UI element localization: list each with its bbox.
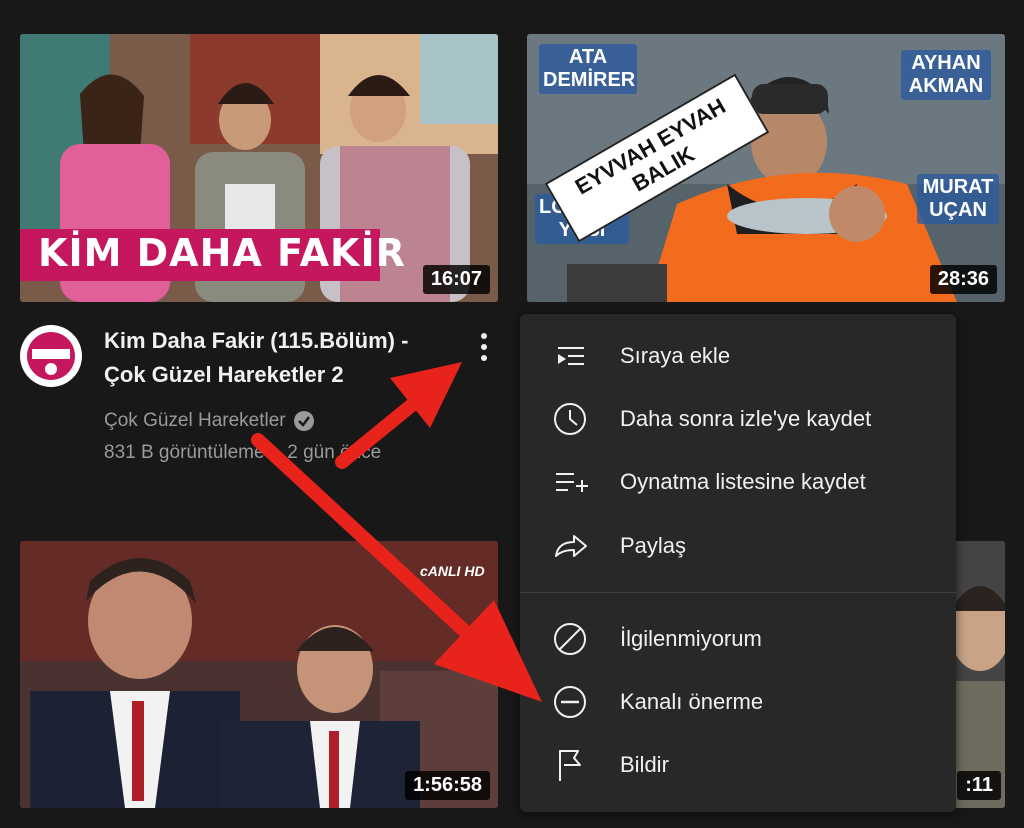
not-interested-icon: [550, 619, 590, 659]
video-thumbnail-2[interactable]: ATA DEMİRER AYHAN AKMAN LOKMAN YUSİ MURA…: [527, 34, 1005, 302]
overlay-name-4: MURAT UÇAN: [917, 174, 999, 224]
menu-item-label: Sıraya ekle: [620, 343, 731, 368]
channel-name-text: Çok Güzel Hareketler: [104, 410, 286, 431]
menu-item-share[interactable]: Paylaş: [520, 516, 956, 576]
menu-item-save-to-playlist[interactable]: Oynatma listesine kaydet: [520, 452, 956, 512]
menu-item-label: Oynatma listesine kaydet: [620, 469, 866, 494]
menu-item-label: Kanalı önerme: [620, 689, 764, 714]
menu-item-label: İlgilenmiyorum: [620, 626, 762, 651]
thumbnail-title-overlay: KİM DAHA FAKİR: [38, 231, 406, 275]
channel-avatar[interactable]: [20, 325, 82, 387]
overlay-name-2: AYHAN AKMAN: [901, 50, 991, 100]
menu-item-label: Paylaş: [620, 533, 687, 558]
video-thumbnail-1[interactable]: KİM DAHA FAKİR 16:07: [20, 34, 498, 302]
video-duration: 16:07: [422, 265, 490, 294]
meta-separator: •: [272, 442, 280, 463]
channel-name[interactable]: Çok Güzel Hareketler: [104, 410, 314, 432]
menu-item-report[interactable]: Bildir: [520, 735, 956, 795]
playlist-add-icon: [550, 462, 590, 502]
video-duration: 28:36: [929, 265, 997, 294]
menu-item-label: Daha sonra izle'ye kaydet: [620, 406, 872, 431]
thumbnail-scene: [20, 541, 498, 808]
video-stats: 831 B görüntüleme • 2 gün önce: [104, 442, 381, 464]
channel-watermark: cANLI HD: [420, 563, 485, 579]
upload-age: 2 gün önce: [287, 442, 382, 463]
menu-item-label: Bildir: [620, 752, 669, 777]
minus-circle-icon: [550, 682, 590, 722]
video-title-line-2[interactable]: Çok Güzel Hareketler 2: [104, 358, 344, 392]
menu-divider: [520, 592, 956, 593]
add-to-queue-icon: [550, 336, 590, 376]
view-count: 831 B görüntüleme: [104, 442, 265, 463]
overlay-name-1: ATA DEMİRER: [539, 44, 637, 94]
flag-icon: [550, 745, 590, 785]
menu-item-not-interested[interactable]: İlgilenmiyorum: [520, 609, 956, 669]
clock-icon: [550, 399, 590, 439]
video-duration: 1:56:58: [405, 771, 490, 800]
menu-item-add-to-queue[interactable]: Sıraya ekle: [520, 326, 956, 386]
video-title-line-1[interactable]: Kim Daha Fakir (115.Bölüm) -: [104, 324, 408, 358]
menu-item-watch-later[interactable]: Daha sonra izle'ye kaydet: [520, 389, 956, 449]
video-duration: :11: [957, 771, 1001, 800]
menu-item-dont-recommend-channel[interactable]: Kanalı önerme: [520, 672, 956, 732]
share-icon: [550, 526, 590, 566]
channel-logo-icon: [22, 327, 80, 385]
video-context-menu: Sıraya ekle Daha sonra izle'ye kaydet Oy…: [520, 314, 956, 812]
verified-icon: [293, 411, 314, 431]
more-options-button[interactable]: [470, 330, 498, 364]
video-thumbnail-3[interactable]: cANLI HD 1:56:58: [20, 541, 498, 808]
